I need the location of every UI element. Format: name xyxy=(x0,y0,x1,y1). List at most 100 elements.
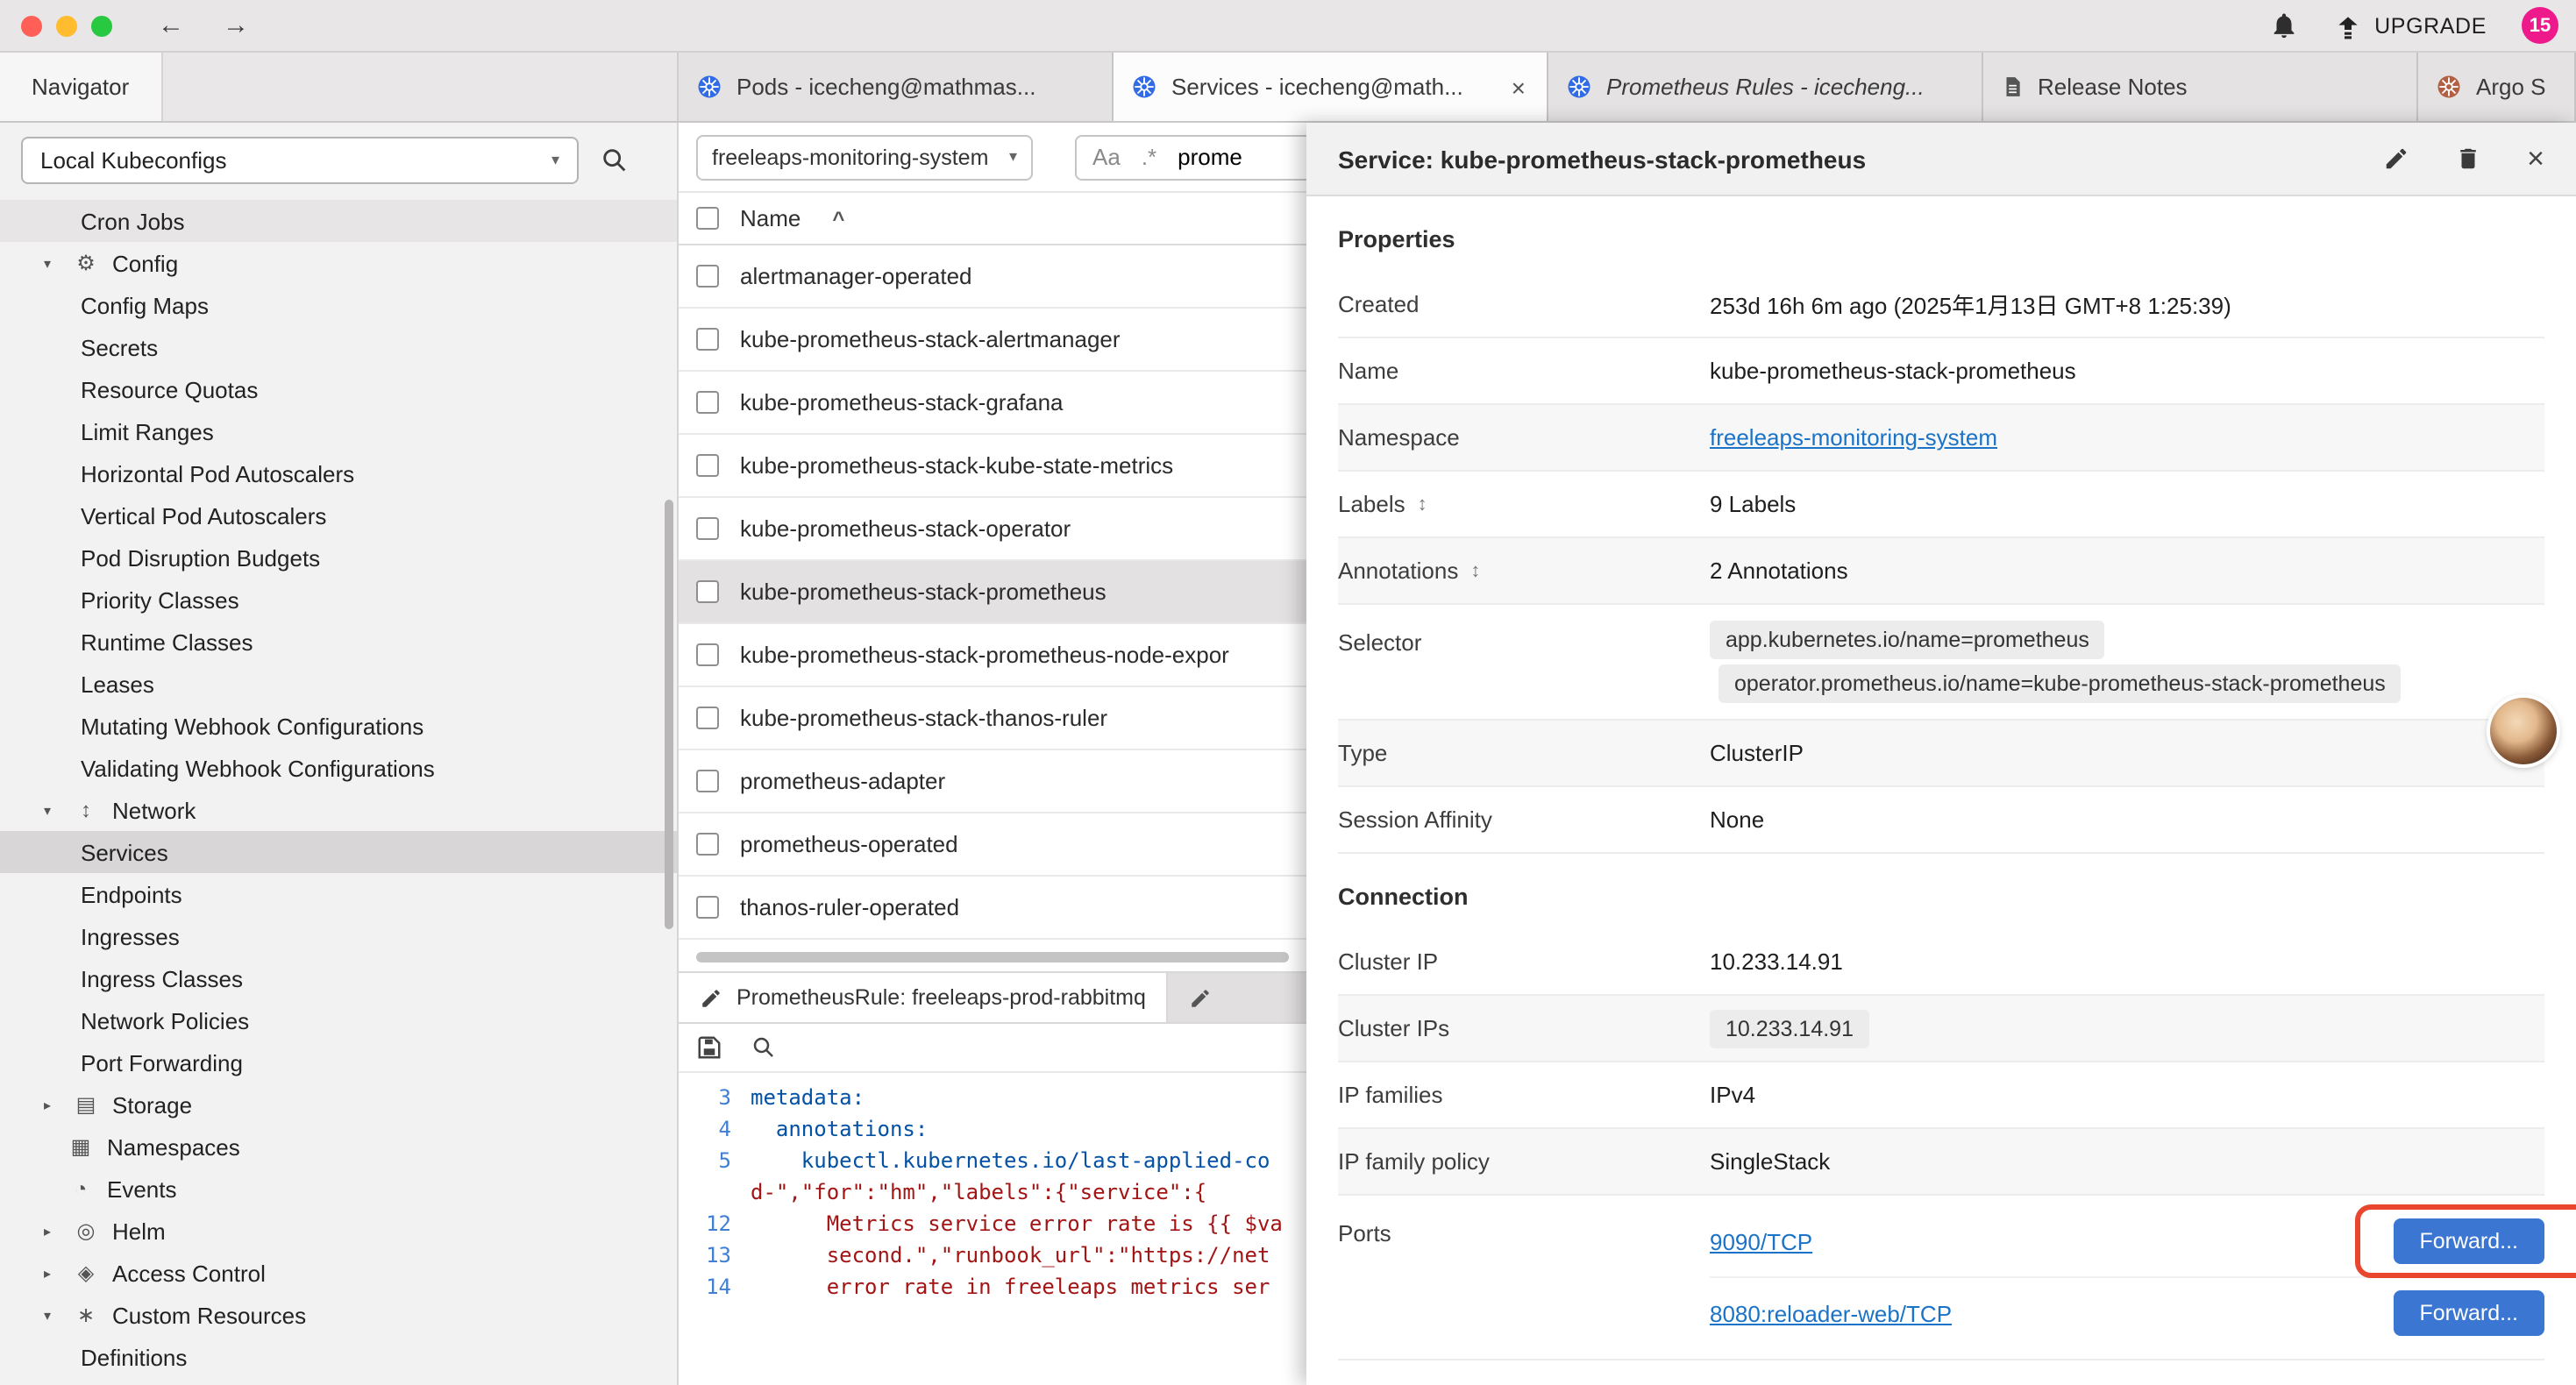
table-row-prometheus-operated[interactable]: prometheus-operated xyxy=(679,813,1306,877)
sidebar-item-ingress-classes[interactable]: Ingress Classes xyxy=(0,957,677,999)
catalog-search-icon[interactable] xyxy=(600,146,630,175)
close-window-button[interactable] xyxy=(21,15,42,36)
row-checkbox[interactable] xyxy=(696,517,719,540)
row-checkbox[interactable] xyxy=(696,643,719,666)
row-checkbox[interactable] xyxy=(696,454,719,477)
table-row-kube-prometheus-stack-operator[interactable]: kube-prometheus-stack-operator xyxy=(679,498,1306,561)
property-row-ip-families: IP familiesIPv4 xyxy=(1338,1062,2544,1129)
notification-badge[interactable]: 15 xyxy=(2522,7,2558,44)
name-column-header[interactable]: Name xyxy=(740,205,801,231)
sidebar-item-services[interactable]: Services xyxy=(0,831,677,873)
user-avatar[interactable] xyxy=(2490,698,2557,764)
table-row-alertmanager-operated[interactable]: alertmanager-operated xyxy=(679,245,1306,309)
tab-label: Pods - icecheng@mathmas... xyxy=(737,74,1035,100)
sidebar-item-storage[interactable]: ▸▤Storage xyxy=(0,1083,677,1126)
table-row-prometheus-adapter[interactable]: prometheus-adapter xyxy=(679,750,1306,813)
navigator-label[interactable]: Navigator xyxy=(0,53,162,121)
row-checkbox[interactable] xyxy=(696,896,719,919)
sidebar-item-endpoints[interactable]: Endpoints xyxy=(0,873,677,915)
tab-argo-s[interactable]: Argo S xyxy=(2418,53,2576,121)
sidebar-item-namespaces[interactable]: ▦Namespaces xyxy=(0,1126,677,1168)
sidebar-item-network[interactable]: ▾↕Network xyxy=(0,789,677,831)
edit-icon[interactable] xyxy=(2383,146,2409,172)
sidebar-item-network-policies[interactable]: Network Policies xyxy=(0,999,677,1041)
bell-icon[interactable] xyxy=(2269,11,2299,40)
horizontal-scrollbar[interactable] xyxy=(696,952,1289,962)
port-link[interactable]: 9090/TCP xyxy=(1710,1228,1812,1254)
sidebar-item-cron-jobs[interactable]: Cron Jobs xyxy=(0,200,677,242)
case-sensitive-toggle[interactable]: Aa xyxy=(1092,144,1121,170)
row-checkbox[interactable] xyxy=(696,265,719,288)
table-row-kube-prometheus-stack-prometheus-node-ex[interactable]: kube-prometheus-stack-prometheus-node-ex… xyxy=(679,624,1306,687)
sidebar-item-ingresses[interactable]: Ingresses xyxy=(0,915,677,957)
sidebar-item-pod-disruption-budgets[interactable]: Pod Disruption Budgets xyxy=(0,536,677,579)
save-icon[interactable] xyxy=(696,1034,722,1061)
regex-toggle[interactable]: .* xyxy=(1142,144,1156,170)
kubeconfig-select[interactable]: Local Kubeconfigs ▾ xyxy=(21,137,579,184)
dock-tab-next[interactable] xyxy=(1169,973,1306,1022)
tab-pods-icecheng-mathmas[interactable]: Pods - icecheng@mathmas... xyxy=(679,53,1114,121)
row-checkbox[interactable] xyxy=(696,833,719,856)
tab-close-icon[interactable]: × xyxy=(1508,73,1529,101)
minimize-window-button[interactable] xyxy=(56,15,77,36)
namespace-link[interactable]: freeleaps-monitoring-system xyxy=(1710,424,1997,451)
table-row-kube-prometheus-stack-prometheus[interactable]: kube-prometheus-stack-prometheus xyxy=(679,561,1306,624)
editor-search-icon[interactable] xyxy=(751,1034,777,1061)
sidebar-item-validating-webhook-configurations[interactable]: Validating Webhook Configurations xyxy=(0,747,677,789)
chevron-right-icon[interactable]: ▸ xyxy=(35,1265,60,1281)
row-checkbox[interactable] xyxy=(696,707,719,729)
select-all-checkbox[interactable] xyxy=(696,207,719,230)
sidebar-item-custom-resources[interactable]: ▾∗Custom Resources xyxy=(0,1294,677,1336)
sidebar-item-port-forwarding[interactable]: Port Forwarding xyxy=(0,1041,677,1083)
namespace-filter-select[interactable]: freeleaps-monitoring-system ▾ xyxy=(696,134,1033,180)
delete-icon[interactable] xyxy=(2455,146,2481,172)
row-checkbox[interactable] xyxy=(696,770,719,792)
back-button[interactable]: ← xyxy=(158,11,184,40)
sidebar-item-config-maps[interactable]: Config Maps xyxy=(0,284,677,326)
row-checkbox[interactable] xyxy=(696,391,719,414)
tab-prometheus-rules-icecheng[interactable]: Prometheus Rules - icecheng... xyxy=(1548,53,1983,121)
sidebar-item-secrets[interactable]: Secrets xyxy=(0,326,677,368)
table-row-kube-prometheus-stack-grafana[interactable]: kube-prometheus-stack-grafana xyxy=(679,372,1306,435)
forward-button[interactable]: Forward... xyxy=(2393,1218,2544,1264)
yaml-editor[interactable]: 3metadata:4 annotations:5 kubectl.kubern… xyxy=(679,1073,1306,1385)
sidebar-item-limit-ranges[interactable]: Limit Ranges xyxy=(0,410,677,452)
row-checkbox[interactable] xyxy=(696,580,719,603)
sidebar-item-mutating-webhook-configurations[interactable]: Mutating Webhook Configurations xyxy=(0,705,677,747)
row-checkbox[interactable] xyxy=(696,328,719,351)
chevron-down-icon[interactable]: ▾ xyxy=(35,1307,60,1323)
search-input[interactable]: Aa .* prome xyxy=(1075,134,1306,180)
sidebar-item-runtime-classes[interactable]: Runtime Classes xyxy=(0,621,677,663)
sidebar-item-definitions[interactable]: Definitions xyxy=(0,1336,677,1378)
close-icon[interactable]: × xyxy=(2527,144,2544,174)
table-row-kube-prometheus-stack-alertmanager[interactable]: kube-prometheus-stack-alertmanager xyxy=(679,309,1306,372)
sidebar-item-leases[interactable]: Leases xyxy=(0,663,677,705)
sidebar-item-access-control[interactable]: ▸◈Access Control xyxy=(0,1252,677,1294)
sidebar-item-horizontal-pod-autoscalers[interactable]: Horizontal Pod Autoscalers xyxy=(0,452,677,494)
chevron-right-icon[interactable]: ▸ xyxy=(35,1097,60,1112)
port-link[interactable]: 8080:reloader-web/TCP xyxy=(1710,1300,1952,1326)
chevron-down-icon[interactable]: ▾ xyxy=(35,255,60,271)
tab-release-notes[interactable]: Release Notes xyxy=(1983,53,2418,121)
sidebar-item-config[interactable]: ▾⚙Config xyxy=(0,242,677,284)
forward-button[interactable]: Forward... xyxy=(2393,1290,2544,1336)
sidebar-scrollbar[interactable] xyxy=(665,500,673,929)
sidebar-item-priority-classes[interactable]: Priority Classes xyxy=(0,579,677,621)
chevron-down-icon[interactable]: ▾ xyxy=(35,802,60,818)
table-row-kube-prometheus-stack-kube-state-metrics[interactable]: kube-prometheus-stack-kube-state-metrics xyxy=(679,435,1306,498)
maximize-window-button[interactable] xyxy=(91,15,112,36)
sidebar-item-vertical-pod-autoscalers[interactable]: Vertical Pod Autoscalers xyxy=(0,494,677,536)
table-row-thanos-ruler-operated[interactable]: thanos-ruler-operated xyxy=(679,877,1306,940)
sidebar-item-resource-quotas[interactable]: Resource Quotas xyxy=(0,368,677,410)
table-row-kube-prometheus-stack-thanos-ruler[interactable]: kube-prometheus-stack-thanos-ruler xyxy=(679,687,1306,750)
dock-tab-prometheusrule[interactable]: PrometheusRule: freeleaps-prod-rabbitmq xyxy=(679,973,1169,1022)
property-row-cluster-ips: Cluster IPs10.233.14.91 xyxy=(1338,996,2544,1062)
chevron-right-icon[interactable]: ▸ xyxy=(35,1223,60,1239)
tab-services-icecheng-math[interactable]: Services - icecheng@math...× xyxy=(1114,53,1548,121)
sidebar-item-events[interactable]: ◔Events xyxy=(0,1168,677,1210)
sidebar-item-helm[interactable]: ▸◎Helm xyxy=(0,1210,677,1252)
forward-button[interactable]: → xyxy=(223,11,249,40)
expand-collapse-icon[interactable]: ↕ xyxy=(1418,494,1427,515)
expand-collapse-icon[interactable]: ↕ xyxy=(1470,560,1480,581)
upgrade-button[interactable]: UPGRADE xyxy=(2334,11,2487,39)
